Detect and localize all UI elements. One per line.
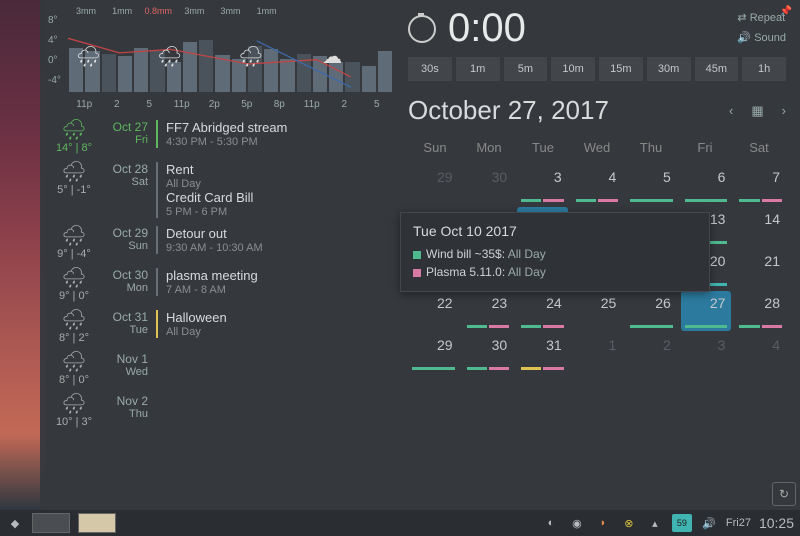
today-button[interactable]: ▦	[751, 103, 763, 119]
day-tooltip: Tue Oct 10 2017 Wind bill ~35$: All DayP…	[400, 212, 710, 292]
meteogram-chart: 8°4°0°-4° 3mm1mm0.8mm3mm3mm1mm 🌧🌧🌧☁ 11p2…	[48, 6, 393, 110]
task-app-1[interactable]	[32, 513, 70, 533]
repeat-toggle[interactable]: ⇄ Repeat	[723, 9, 786, 29]
clock-day[interactable]: Fri27	[726, 517, 751, 529]
preset-5m[interactable]: 5m	[504, 57, 548, 81]
calendar-day[interactable]: 23	[463, 291, 514, 331]
calendar-day[interactable]: 7	[735, 165, 786, 205]
weather-icon: 🌧14° | 8°	[48, 120, 100, 154]
popup-panel: 8°4°0°-4° 3mm1mm0.8mm3mm3mm1mm 🌧🌧🌧☁ 11p2…	[40, 0, 800, 510]
calendar-day[interactable]: 25	[572, 291, 623, 331]
calendar-day[interactable]: 29	[408, 165, 459, 205]
calendar-day[interactable]: 27	[681, 291, 732, 331]
calendar-day[interactable]: 6	[681, 165, 732, 205]
calendar-day[interactable]: 4	[735, 333, 786, 373]
taskbar: ◆ ◐ ◉ ◗ ⊗ ▴ 59 🔊 Fri27 10:25	[0, 510, 800, 536]
stopwatch-icon[interactable]	[408, 15, 436, 43]
calendar-day[interactable]: 29	[408, 333, 459, 373]
start-button[interactable]: ◆	[6, 517, 24, 530]
prev-month-button[interactable]: ‹	[729, 103, 733, 119]
agenda-event[interactable]: plasma meeting7 AM - 8 AM	[156, 268, 392, 296]
tooltip-item: Plasma 5.11.0: All Day	[413, 263, 697, 281]
condition-icons: 🌧🌧🌧☁	[68, 44, 393, 69]
preset-1m[interactable]: 1m	[456, 57, 500, 81]
tray-volume-icon[interactable]: 🔊	[700, 517, 718, 530]
preset-10m[interactable]: 10m	[551, 57, 595, 81]
tray-power-icon[interactable]: ◐	[542, 517, 560, 529]
weather-icon: 🌧8° | 2°	[48, 310, 100, 344]
precip-labels: 3mm1mm0.8mm3mm3mm1mm	[68, 6, 393, 16]
agenda-event[interactable]: Credit Card Bill5 PM - 6 PM	[156, 190, 392, 218]
calendar-day[interactable]: 3	[517, 165, 568, 205]
agenda-date: Oct 30Mon	[100, 268, 156, 294]
weather-icon: 🌧10° | 3°	[48, 394, 100, 428]
calendar-day[interactable]: 28	[735, 291, 786, 331]
agenda-date: Nov 1Wed	[100, 352, 156, 378]
tray-expand-icon[interactable]: ▴	[646, 517, 664, 530]
month-nav: ‹ ▦ ›	[729, 103, 786, 119]
tooltip-title: Tue Oct 10 2017	[413, 223, 697, 239]
sound-toggle[interactable]: 🔊 Sound	[723, 29, 786, 49]
next-month-button[interactable]: ›	[782, 103, 786, 119]
agenda-event[interactable]: RentAll Day	[156, 162, 392, 190]
weather-icon: 🌧8° | 0°	[48, 352, 100, 386]
agenda-date: Oct 27Fri	[100, 120, 156, 146]
y-axis: 8°4°0°-4°	[48, 16, 61, 96]
calendar-day[interactable]: 21	[735, 249, 786, 289]
preset-45m[interactable]: 45m	[695, 57, 739, 81]
agenda-date: Nov 2Thu	[100, 394, 156, 420]
agenda-event[interactable]: Detour out9:30 AM - 10:30 AM	[156, 226, 392, 254]
preset-30m[interactable]: 30m	[647, 57, 691, 81]
calendar-day[interactable]: 1	[572, 333, 623, 373]
timer-presets: 30s1m5m10m15m30m45m1h	[408, 57, 786, 81]
agenda-event[interactable]: FF7 Abridged stream4:30 PM - 5:30 PM	[156, 120, 392, 148]
tray-steam-icon[interactable]: ◉	[568, 517, 586, 530]
calendar-day[interactable]: 30	[463, 165, 514, 205]
preset-15m[interactable]: 15m	[599, 57, 643, 81]
agenda-list: 🌧14° | 8°Oct 27FriFF7 Abridged stream4:3…	[48, 116, 392, 432]
agenda-date: Oct 29Sun	[100, 226, 156, 252]
preset-1h[interactable]: 1h	[742, 57, 786, 81]
weather-icon: 🌧9° | -4°	[48, 226, 100, 260]
agenda-date: Oct 31Tue	[100, 310, 156, 336]
agenda-event[interactable]: HalloweenAll Day	[156, 310, 392, 338]
calendar-day[interactable]: 30	[463, 333, 514, 373]
tray-slice-icon[interactable]: ◗	[594, 517, 612, 529]
preset-30s[interactable]: 30s	[408, 57, 452, 81]
right-column: 📌 0:00 ⇄ Repeat 🔊 Sound 30s1m5m10m15m30m…	[400, 0, 800, 510]
calendar-day[interactable]: 2	[626, 333, 677, 373]
left-column: 8°4°0°-4° 3mm1mm0.8mm3mm3mm1mm 🌧🌧🌧☁ 11p2…	[40, 0, 400, 510]
calendar-day[interactable]: 24	[517, 291, 568, 331]
x-axis: 11p2511p2p5p8p11p25	[68, 99, 393, 110]
calendar-day[interactable]: 3	[681, 333, 732, 373]
clock-time[interactable]: 10:25	[759, 515, 794, 531]
calendar-day[interactable]: 31	[517, 333, 568, 373]
month-title: October 27, 2017	[408, 95, 609, 126]
pin-icon[interactable]: 📌	[780, 6, 792, 17]
calendar-day[interactable]: 26	[626, 291, 677, 331]
timer-value: 0:00	[448, 6, 526, 51]
tooltip-item: Wind bill ~35$: All Day	[413, 245, 697, 263]
tray-calendar-icon[interactable]: 59	[672, 514, 692, 532]
day-of-week-header: SunMonTueWedThuFriSat	[408, 140, 786, 155]
calendar-day[interactable]: 5	[626, 165, 677, 205]
weather-icon: 🌧5° | -1°	[48, 162, 100, 196]
calendar-day[interactable]: 22	[408, 291, 459, 331]
tray-x-icon[interactable]: ⊗	[620, 517, 638, 530]
timer-row: 0:00 ⇄ Repeat 🔊 Sound	[408, 6, 786, 51]
month-header: October 27, 2017 ‹ ▦ ›	[408, 95, 786, 126]
calendar-day[interactable]: 4	[572, 165, 623, 205]
agenda-date: Oct 28Sat	[100, 162, 156, 188]
weather-icon: 🌧9° | 0°	[48, 268, 100, 302]
calendar-day[interactable]: 14	[735, 207, 786, 247]
timer-options: ⇄ Repeat 🔊 Sound	[723, 9, 786, 49]
task-app-2[interactable]	[78, 513, 116, 533]
wallpaper-edge	[0, 0, 45, 510]
